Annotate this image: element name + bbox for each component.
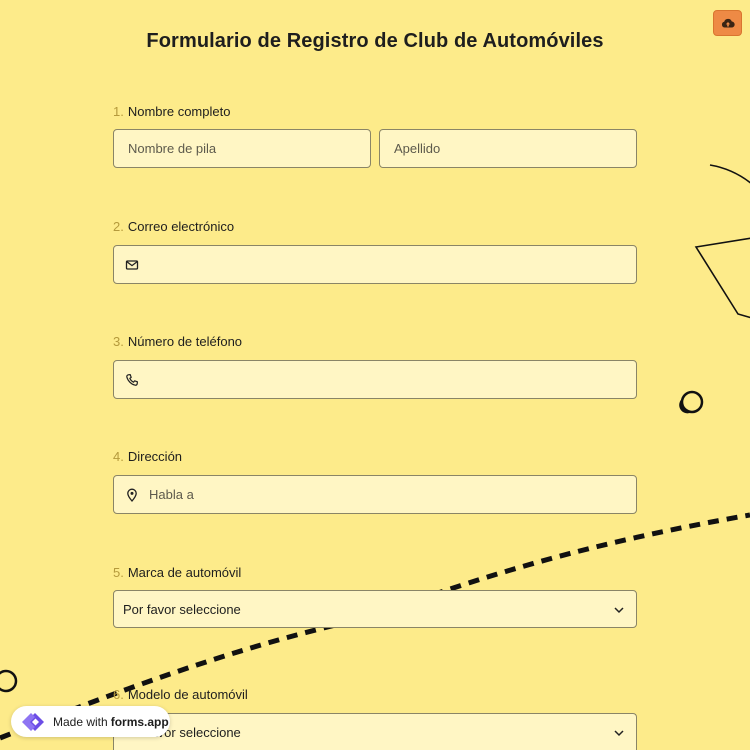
field-label: 1. Nombre completo bbox=[113, 103, 637, 121]
upload-button[interactable] bbox=[713, 10, 742, 36]
field-label-text: Marca de automóvil bbox=[127, 565, 242, 580]
field-number: 5. bbox=[113, 565, 124, 580]
chevron-down-icon bbox=[614, 730, 624, 737]
last-name-placeholder: Apellido bbox=[394, 141, 441, 156]
field-number: 1. bbox=[113, 104, 124, 119]
field-label: 6. Modelo de automóvil bbox=[113, 686, 637, 704]
field-number: 2. bbox=[113, 219, 124, 234]
field-number: 3. bbox=[113, 334, 124, 349]
field-label-text: Correo electrónico bbox=[127, 219, 235, 234]
email-input[interactable] bbox=[113, 245, 637, 284]
forms-app-logo-icon bbox=[22, 712, 44, 731]
phone-input[interactable] bbox=[113, 360, 637, 399]
cloud-upload-icon bbox=[721, 18, 735, 28]
field-label-text: Modelo de automóvil bbox=[127, 687, 248, 702]
field-email: 2. Correo electrónico bbox=[113, 218, 637, 236]
field-car-brand: 5. Marca de automóvil bbox=[113, 564, 637, 582]
field-label-text: Nombre completo bbox=[127, 104, 231, 119]
circle-decoration-left bbox=[0, 669, 18, 693]
address-input[interactable]: Habla a bbox=[113, 475, 637, 514]
field-number: 4. bbox=[113, 449, 124, 464]
field-car-model: 6. Modelo de automóvil bbox=[113, 686, 637, 704]
field-number: 6. bbox=[113, 687, 124, 702]
form-title: Formulario de Registro de Club de Automó… bbox=[146, 30, 604, 52]
field-phone: 3. Número de teléfono bbox=[113, 333, 637, 351]
field-label-text: Dirección bbox=[127, 449, 183, 464]
made-with-badge[interactable]: Made with forms.app bbox=[11, 706, 170, 737]
field-label: 5. Marca de automóvil bbox=[113, 564, 637, 582]
last-name-input[interactable]: Apellido bbox=[379, 129, 637, 168]
field-full-name: 1. Nombre completo bbox=[113, 103, 637, 121]
first-name-input[interactable]: Nombre de pila bbox=[113, 129, 371, 168]
circle-decoration-right bbox=[679, 390, 704, 414]
car-brand-select[interactable]: Por favor seleccione bbox=[113, 590, 637, 628]
map-pin-icon bbox=[127, 488, 137, 502]
badge-brand: forms.app bbox=[110, 714, 169, 729]
chevron-down-icon bbox=[614, 607, 624, 614]
field-label: 2. Correo electrónico bbox=[113, 218, 637, 236]
phone-icon bbox=[126, 374, 138, 386]
field-label-text: Número de teléfono bbox=[127, 334, 243, 349]
field-label: 4. Dirección bbox=[113, 448, 637, 466]
badge-prefix: Made with bbox=[53, 714, 108, 729]
car-brand-selected: Por favor seleccione bbox=[123, 601, 241, 617]
field-label: 3. Número de teléfono bbox=[113, 333, 637, 351]
field-address: 4. Dirección bbox=[113, 448, 637, 466]
first-name-placeholder: Nombre de pila bbox=[128, 141, 217, 156]
car-model-select[interactable]: Por favor seleccione bbox=[113, 713, 637, 750]
envelope-icon bbox=[125, 260, 139, 270]
